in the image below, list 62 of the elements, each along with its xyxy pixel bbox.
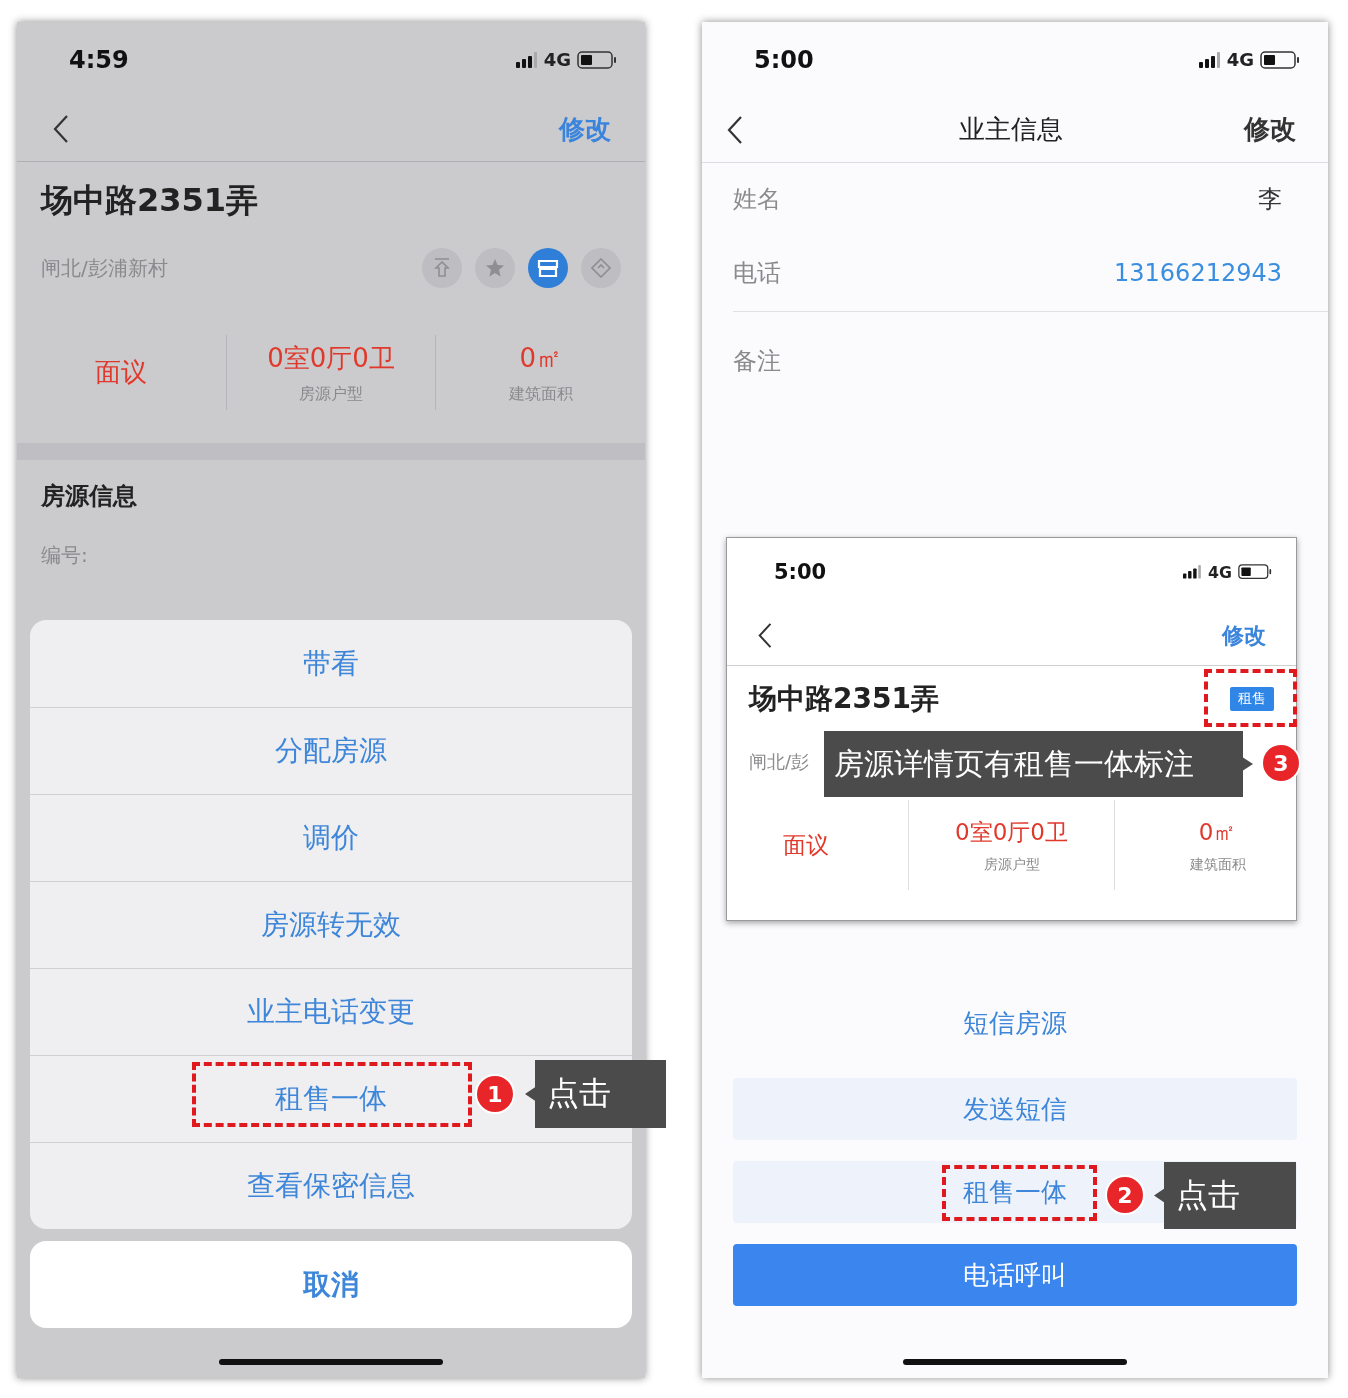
stat-label: 房源户型 — [299, 383, 363, 405]
stat-value: 面议 — [95, 356, 148, 389]
back-icon[interactable] — [726, 114, 744, 145]
tag-toggle[interactable] — [475, 248, 515, 288]
section-title: 房源信息 — [41, 481, 138, 512]
action-sheet-item[interactable]: 分配房源 — [30, 707, 632, 794]
battery-icon — [1238, 564, 1272, 580]
battery-icon — [577, 50, 617, 69]
edit-link[interactable]: 修改 — [1244, 112, 1296, 147]
stat-label: 建筑面积 — [1189, 855, 1246, 874]
stat-value: 0㎡ — [1198, 817, 1237, 847]
network-label: 4G — [1226, 49, 1254, 70]
signal-icon — [515, 51, 538, 68]
network-label: 4G — [1208, 562, 1232, 582]
field-label: 编号: — [41, 542, 89, 569]
action-sheet-item[interactable]: 业主电话变更 — [30, 968, 632, 1055]
network-label: 4G — [543, 49, 571, 70]
field-label: 电话 — [733, 258, 781, 289]
action-sheet-item[interactable]: 房源转无效 — [30, 881, 632, 968]
back-icon[interactable] — [52, 114, 70, 144]
tag-toggle[interactable] — [581, 248, 621, 288]
star-icon — [485, 258, 505, 278]
stat-value: 0㎡ — [519, 341, 562, 375]
stat-value: 面议 — [782, 830, 829, 860]
listing-location: 闸北/彭 — [749, 750, 810, 774]
action-button[interactable]: 发送短信 — [733, 1078, 1297, 1140]
tag-toggle[interactable] — [528, 248, 568, 288]
signal-icon — [1198, 51, 1221, 68]
phone-link[interactable]: 13166212943 — [1114, 259, 1282, 287]
status-time: 5:00 — [774, 560, 827, 584]
field-label: 备注 — [733, 346, 781, 377]
callout-tooltip: 点击 — [1154, 1162, 1296, 1229]
stat-value: 0室0厅0卫 — [955, 817, 1068, 847]
page-title: 业主信息 — [959, 113, 1063, 146]
status-time: 5:00 — [754, 45, 814, 74]
pin-top-icon — [433, 258, 451, 278]
stat-label: 建筑面积 — [508, 383, 573, 405]
field-value: 李 — [1258, 184, 1282, 215]
tag-toggle[interactable] — [422, 248, 462, 288]
status-time: 4:59 — [69, 45, 129, 74]
action-sheet-item[interactable]: 带看 — [30, 620, 632, 707]
stat-value: 0室0厅0卫 — [267, 341, 395, 375]
listing-title: 场中路2351弄 — [41, 180, 260, 220]
section-title: 短信房源 — [962, 1007, 1068, 1040]
callout-tooltip: 点击 — [525, 1060, 666, 1128]
callout-tooltip: 房源详情页有租售一体标注 — [824, 731, 1253, 797]
signal-icon — [1183, 565, 1203, 579]
action-sheet-item[interactable]: 调价 — [30, 794, 632, 881]
stat-label: 房源户型 — [983, 855, 1040, 874]
battery-icon — [1260, 50, 1300, 69]
listing-title: 场中路2351弄 — [749, 681, 939, 717]
tag-icon — [591, 258, 611, 278]
action-sheet-item[interactable]: 查看保密信息 — [30, 1142, 632, 1229]
back-icon[interactable] — [757, 622, 774, 649]
field-label: 姓名 — [733, 184, 781, 215]
rent-sale-tag: 租售 — [1230, 687, 1274, 711]
edit-link[interactable]: 修改 — [559, 111, 611, 147]
listing-location: 闸北/彭浦新村 — [41, 254, 168, 282]
cancel-button[interactable]: 取消 — [30, 1241, 632, 1328]
call-button[interactable]: 电话呼叫 — [733, 1244, 1297, 1306]
edit-link[interactable]: 修改 — [1222, 620, 1266, 651]
store-icon — [537, 259, 559, 277]
